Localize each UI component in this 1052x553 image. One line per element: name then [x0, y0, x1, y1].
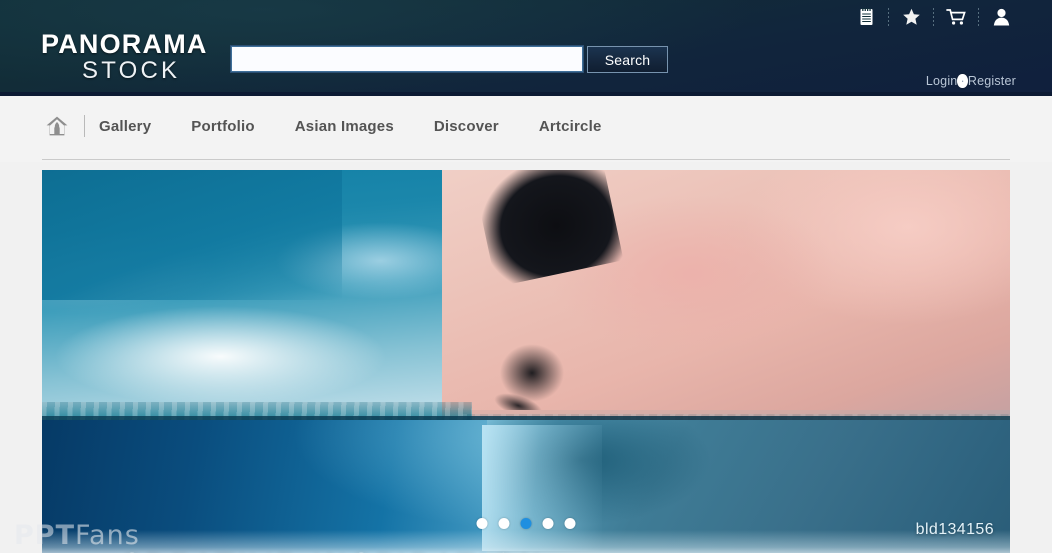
carousel-dot[interactable] [543, 518, 554, 529]
nav-item-asian-images[interactable]: Asian Images [295, 118, 394, 135]
nav-item-artcircle[interactable]: Artcircle [539, 118, 602, 135]
nav-items-container: Gallery Portfolio Asian Images Discover … [42, 110, 602, 142]
site-header: PANORAMA STOCK Search [0, 0, 1052, 96]
nav-item-portfolio[interactable]: Portfolio [191, 118, 254, 135]
home-icon[interactable] [42, 111, 72, 141]
header-icon-bar [851, 5, 1016, 29]
cart-icon[interactable] [941, 5, 971, 29]
search-bar: Search [231, 46, 583, 72]
nav-bottom-rule [42, 159, 1010, 160]
logo-secondary-text: STOCK [82, 59, 251, 83]
carousel-dots [477, 518, 576, 529]
logo-primary-text: PANORAMA [41, 31, 251, 58]
main-navigation: Gallery Portfolio Asian Images Discover … [0, 96, 1052, 162]
page-root: PANORAMA STOCK Search [0, 0, 1052, 553]
hero-image-id: bld134156 [916, 521, 994, 539]
nav-item-discover[interactable]: Discover [434, 118, 499, 135]
nav-item-gallery[interactable]: Gallery [99, 118, 151, 135]
icon-divider [978, 8, 979, 26]
lightbox-icon[interactable] [851, 5, 881, 29]
carousel-dot-active[interactable] [521, 518, 532, 529]
carousel-dot[interactable] [565, 518, 576, 529]
icon-divider [933, 8, 934, 26]
nav-divider [84, 115, 85, 137]
site-logo[interactable]: PANORAMA STOCK [41, 31, 251, 83]
hero-hair-strand [497, 338, 567, 408]
hero-carousel[interactable]: CREATIVE INSPIRATION bld134156 [42, 170, 1010, 553]
user-icon[interactable] [986, 5, 1016, 29]
hero-title: CREATIVE INSPIRATION [119, 548, 546, 553]
star-icon[interactable] [896, 5, 926, 29]
carousel-dot[interactable] [477, 518, 488, 529]
carousel-dot[interactable] [499, 518, 510, 529]
icon-divider [888, 8, 889, 26]
hero-sky-shadow-layer [42, 170, 342, 300]
login-link[interactable]: Login [926, 74, 958, 88]
register-link[interactable]: Register [968, 74, 1016, 88]
search-input[interactable] [231, 46, 583, 72]
search-button[interactable]: Search [587, 46, 668, 73]
auth-separator: · [957, 74, 967, 88]
auth-links: Login·Register [926, 74, 1016, 88]
